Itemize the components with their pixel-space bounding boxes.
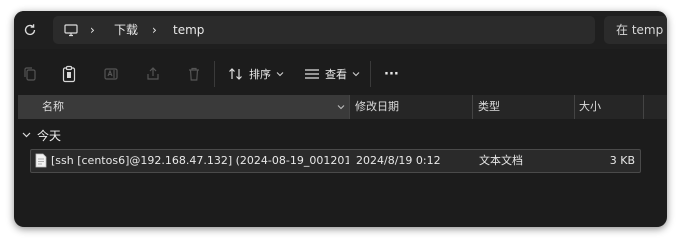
rename-icon <box>104 68 118 80</box>
share-icon <box>147 67 159 80</box>
column-divider[interactable] <box>472 95 473 119</box>
column-divider[interactable] <box>643 95 644 119</box>
file-modified-date: 2024/8/19 0:12 <box>356 154 441 167</box>
column-divider[interactable] <box>349 95 350 119</box>
sort-button[interactable]: 排序 <box>228 62 284 86</box>
copy-icon <box>24 67 36 81</box>
column-header: 名称 修改日期 类型 大小 <box>18 95 667 119</box>
delete-button[interactable] <box>183 63 205 85</box>
breadcrumb-temp[interactable]: temp <box>173 16 204 44</box>
text-file-icon <box>35 153 47 168</box>
breadcrumb-separator-icon[interactable]: › <box>152 16 157 44</box>
sort-label: 排序 <box>249 68 271 81</box>
search-placeholder: 在 temp 中 <box>616 23 667 37</box>
chevron-down-icon <box>276 72 284 77</box>
file-size: 3 KB <box>609 154 635 167</box>
toolbar-divider <box>214 61 215 87</box>
chevron-down-icon <box>352 72 360 77</box>
group-label: 今天 <box>37 128 62 143</box>
column-name-header[interactable]: 名称 <box>18 95 349 119</box>
more-options-button[interactable]: ··· <box>384 62 399 86</box>
column-size-header[interactable]: 大小 <box>579 95 601 119</box>
more-icon: ··· <box>384 66 399 82</box>
search-input[interactable]: 在 temp 中 <box>604 16 667 44</box>
sort-icon <box>229 68 242 80</box>
paste-button[interactable] <box>58 63 80 85</box>
address-bar[interactable]: › 下载 › temp <box>53 16 595 44</box>
address-bar-row: › 下载 › temp 在 temp 中 <box>14 11 667 49</box>
toolbar-divider <box>370 61 371 87</box>
command-toolbar: 排序 查看 ··· <box>14 49 667 99</box>
rename-button[interactable] <box>100 63 122 85</box>
column-name-label: 名称 <box>42 100 64 113</box>
file-row[interactable]: [ssh [centos6]@192.168.47.132] (2024-08-… <box>30 149 641 173</box>
share-button[interactable] <box>142 63 164 85</box>
clipboard-icon <box>62 65 76 83</box>
refresh-icon <box>24 24 36 36</box>
column-divider[interactable] <box>574 95 575 119</box>
file-explorer-window: › 下载 › temp 在 temp 中 <box>14 11 667 227</box>
this-pc-icon[interactable] <box>63 22 79 38</box>
group-header-today[interactable]: 今天 <box>22 125 61 145</box>
file-type: 文本文档 <box>479 154 523 167</box>
column-date-header[interactable]: 修改日期 <box>355 95 399 119</box>
copy-button[interactable] <box>19 63 41 85</box>
chevron-down-icon <box>22 132 31 138</box>
breadcrumb-downloads[interactable]: 下载 <box>114 16 138 44</box>
refresh-button[interactable] <box>20 20 40 40</box>
view-button[interactable]: 查看 <box>304 62 360 86</box>
view-label: 查看 <box>325 68 347 81</box>
list-view-icon <box>305 69 319 79</box>
trash-icon <box>189 67 199 81</box>
breadcrumb-separator-icon[interactable]: › <box>90 16 95 44</box>
column-type-header[interactable]: 类型 <box>478 95 500 119</box>
file-name: [ssh [centos6]@192.168.47.132] (2024-08-… <box>51 154 349 167</box>
chevron-down-icon <box>337 105 345 110</box>
